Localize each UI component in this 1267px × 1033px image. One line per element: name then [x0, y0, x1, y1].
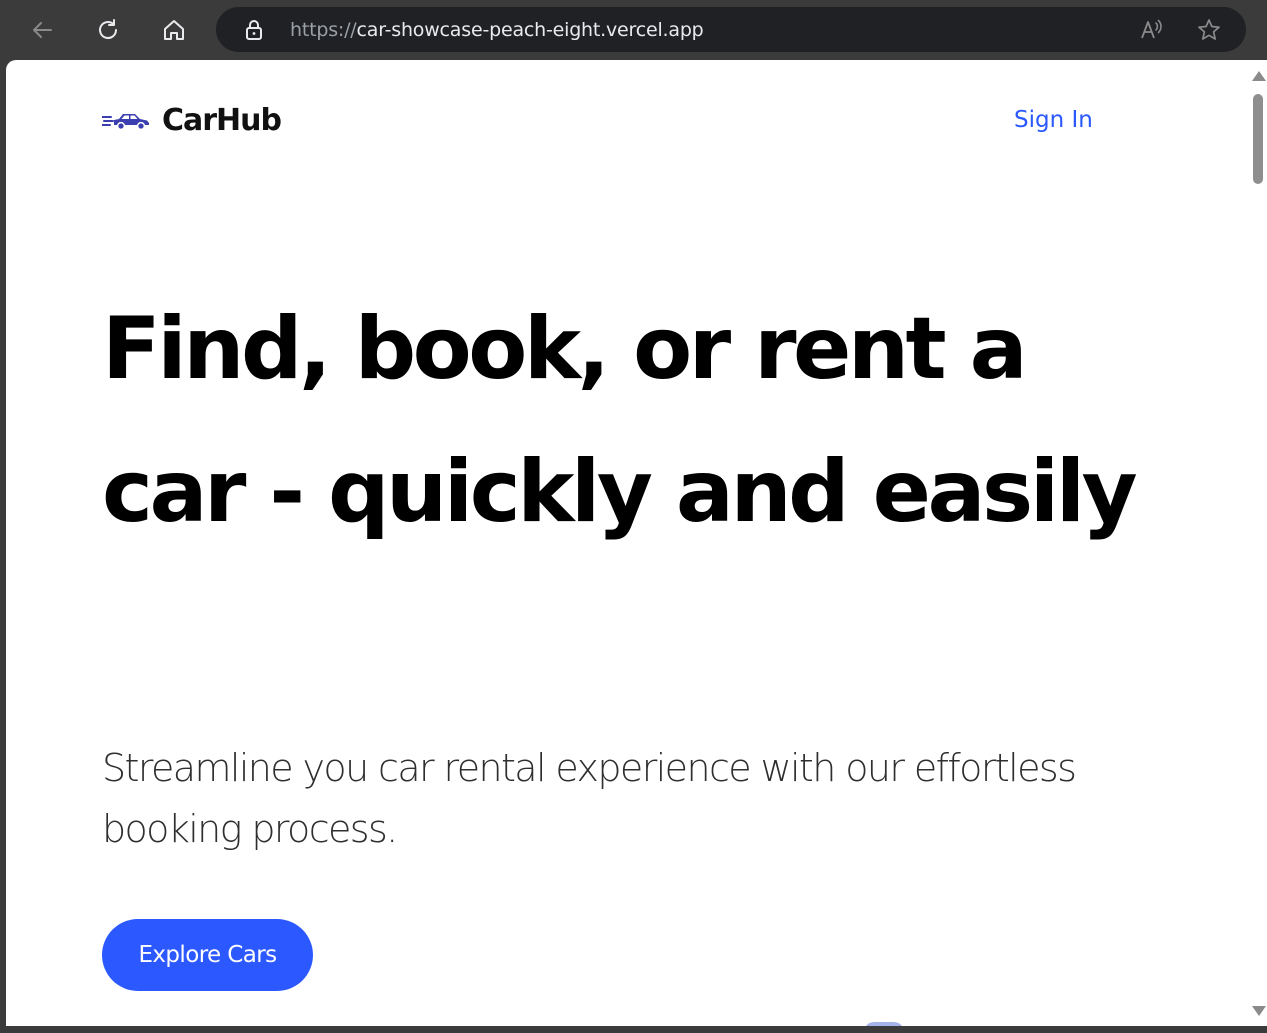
- explore-cars-label: Explore Cars: [138, 942, 277, 968]
- scroll-down-arrow-icon[interactable]: [1252, 1006, 1266, 1016]
- url-host: car-showcase-peach-eight.vercel.app: [356, 19, 704, 41]
- url-scheme: https://: [290, 19, 357, 41]
- hero-title: Find, book, or rent a car - quickly and …: [102, 299, 1138, 542]
- page-viewport: CarHub Sign In Find, book, or rent a car…: [6, 60, 1267, 1026]
- explore-cars-button[interactable]: Explore Cars: [102, 919, 313, 991]
- read-aloud-icon[interactable]: [1138, 17, 1164, 43]
- car-icon: [102, 114, 149, 131]
- star-icon[interactable]: [1196, 17, 1222, 43]
- url-text[interactable]: https://car-showcase-peach-eight.vercel.…: [290, 18, 704, 42]
- lock-icon[interactable]: [242, 18, 266, 42]
- address-bar[interactable]: https://car-showcase-peach-eight.vercel.…: [216, 7, 1246, 52]
- reload-button[interactable]: [88, 10, 128, 50]
- back-button[interactable]: [22, 10, 62, 50]
- hero-subtitle: Streamline you car rental experience wit…: [102, 746, 1077, 851]
- reload-icon: [99, 19, 117, 39]
- back-arrow-icon: [33, 22, 52, 38]
- scroll-thumb[interactable]: [1253, 94, 1263, 184]
- window-bottom-edge: [0, 1026, 1267, 1033]
- scroll-up-arrow-icon[interactable]: [1252, 71, 1266, 81]
- sign-in-button[interactable]: Sign In: [1014, 104, 1093, 136]
- vertical-scrollbar[interactable]: [1249, 60, 1267, 1026]
- home-icon: [164, 20, 184, 40]
- home-button[interactable]: [154, 10, 194, 50]
- site-logo[interactable]: CarHub: [102, 100, 282, 140]
- logo-text: CarHub: [162, 102, 282, 138]
- browser-toolbar: https://car-showcase-peach-eight.vercel.…: [0, 0, 1267, 60]
